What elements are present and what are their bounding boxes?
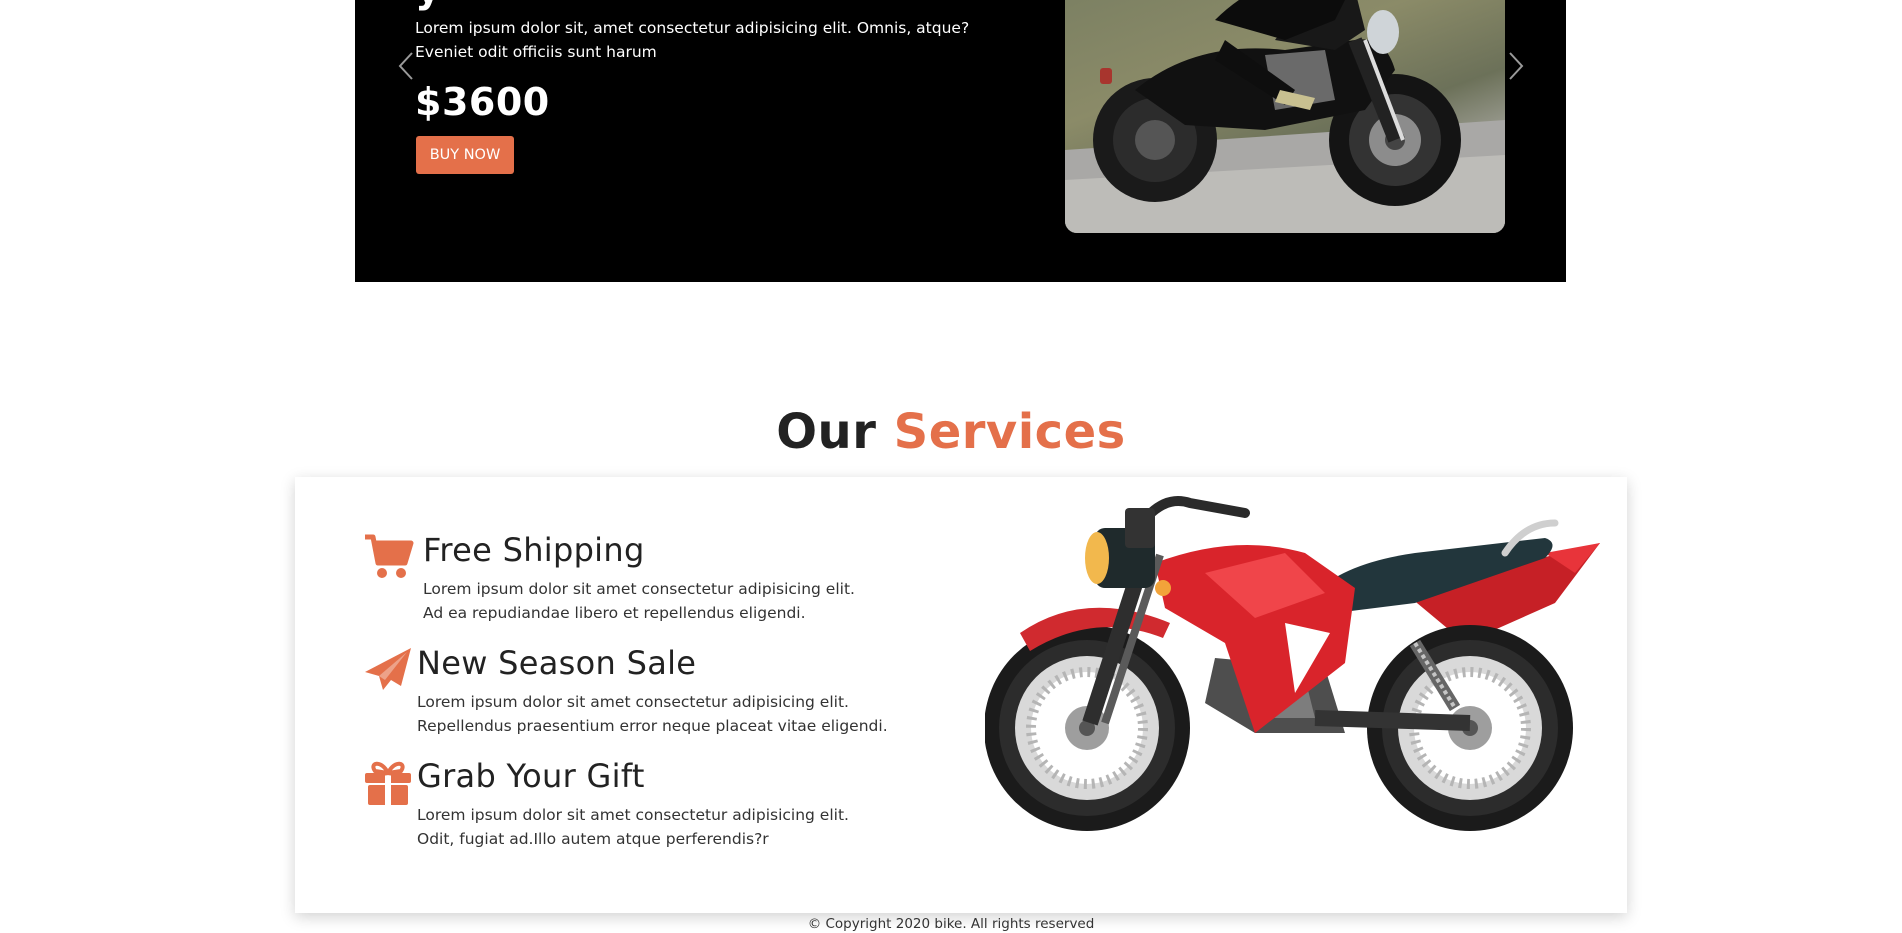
- carousel-next-button[interactable]: [1505, 48, 1527, 84]
- service-title: Grab Your Gift: [417, 757, 645, 795]
- service-description: Lorem ipsum dolor sit amet consectetur a…: [417, 690, 888, 738]
- motorcycle-illustration: [985, 496, 1600, 831]
- service-title: New Season Sale: [417, 644, 697, 682]
- chevron-left-icon: [398, 52, 413, 80]
- cart-icon: [365, 534, 414, 578]
- services-heading: Our Services: [0, 404, 1902, 460]
- motorcycle-photo-graphic: [1065, 0, 1505, 233]
- chevron-right-icon: [1509, 52, 1524, 80]
- hero-carousel: y Lorem ipsum dolor sit, amet consectetu…: [355, 0, 1566, 282]
- services-heading-plain: Our: [776, 404, 877, 460]
- hero-description: Lorem ipsum dolor sit, amet consectetur …: [415, 19, 970, 61]
- hero-price: $3600: [415, 80, 550, 124]
- carousel-prev-button[interactable]: [395, 48, 417, 84]
- service-description-line: Ad ea repudiandae libero et repellendus …: [423, 604, 806, 622]
- service-description-line: Lorem ipsum dolor sit amet consectetur a…: [417, 693, 849, 711]
- buy-now-button[interactable]: BUY NOW: [416, 136, 514, 174]
- paper-plane-icon: [365, 648, 411, 690]
- services-card: Free Shipping Lorem ipsum dolor sit amet…: [295, 477, 1627, 913]
- services-heading-accent: Services: [893, 404, 1126, 460]
- hero-title: y: [415, 0, 441, 12]
- service-description: Lorem ipsum dolor sit amet consectetur a…: [417, 803, 849, 851]
- footer-copyright: © Copyright 2020 bike. All rights reserv…: [807, 916, 1095, 932]
- service-description-line: Repellendus praesentium error neque plac…: [417, 717, 888, 735]
- service-title: Free Shipping: [423, 531, 645, 569]
- service-description: Lorem ipsum dolor sit amet consectetur a…: [423, 577, 855, 625]
- service-description-line: Odit, fugiat ad.Illo autem atque perfere…: [417, 830, 769, 848]
- service-description-line: Lorem ipsum dolor sit amet consectetur a…: [417, 806, 849, 824]
- hero-motorcycle-image: [1065, 0, 1505, 233]
- service-description-line: Lorem ipsum dolor sit amet consectetur a…: [423, 580, 855, 598]
- gift-icon: [365, 761, 411, 805]
